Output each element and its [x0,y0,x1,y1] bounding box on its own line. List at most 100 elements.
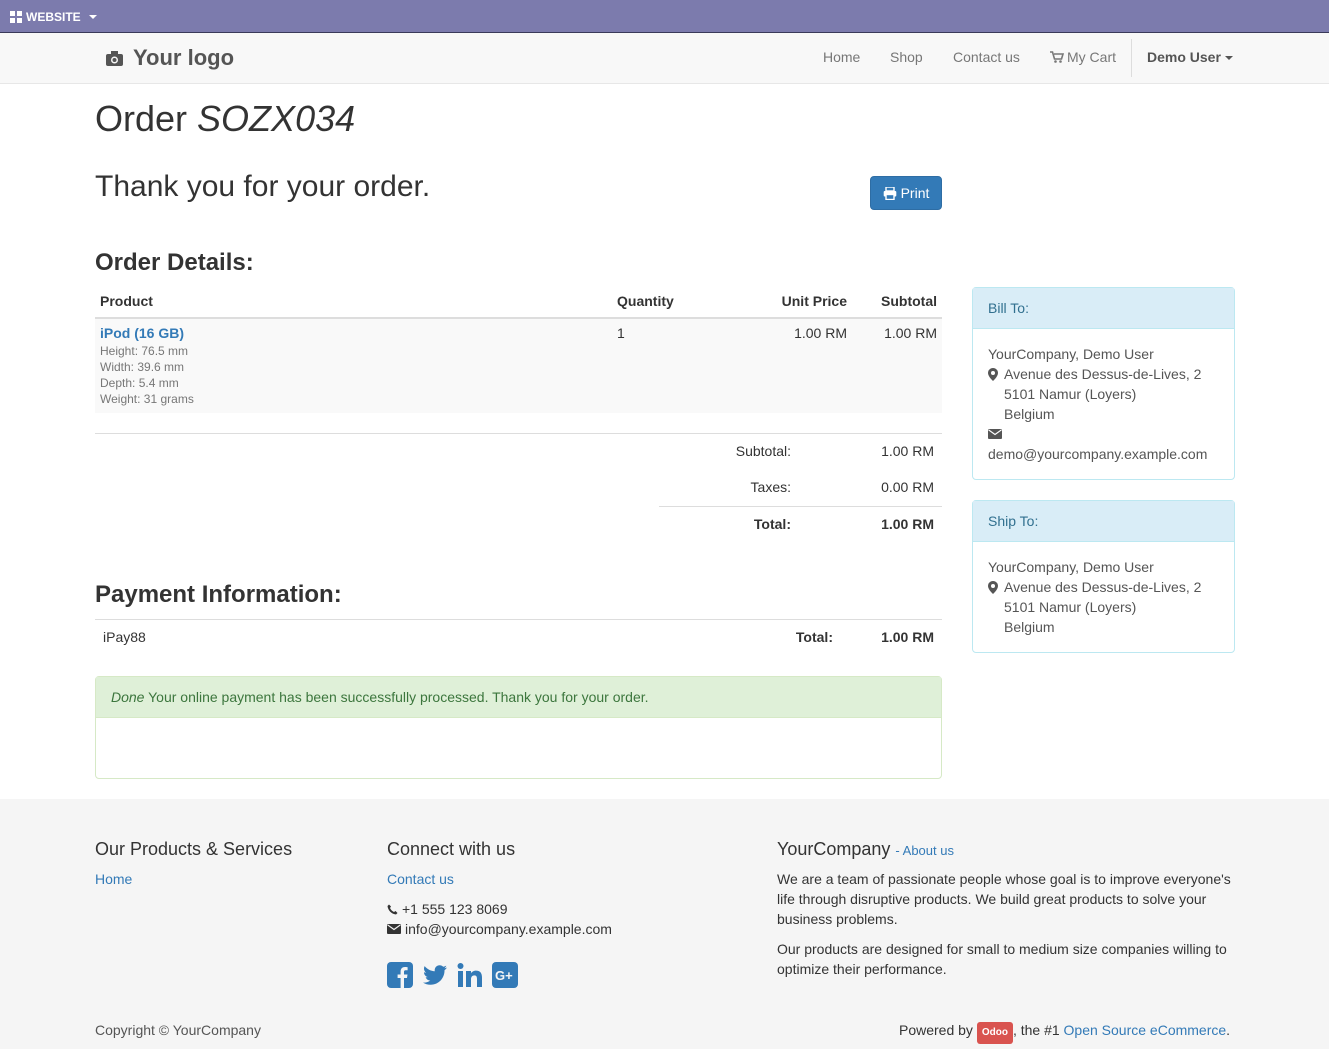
footer-email-address: info@yourcompany.example.com [405,921,612,937]
divider [659,506,942,507]
payment-status-panel: Done Your online payment has been succes… [95,676,942,779]
main-navbar: Your logo Home Shop Contact us My Cart D… [0,33,1329,84]
bill-to-title: Bill To: [973,288,1234,329]
order-details-heading: Order Details: [95,249,254,276]
nav-shop[interactable]: Shop [890,49,923,65]
google-plus-icon[interactable]: G+ [492,962,518,988]
table-row: iPod (16 GB) Height: 76.5 mm Width: 39.6… [95,318,942,413]
product-link[interactable]: iPod (16 GB) [100,325,184,341]
payment-total-value: 1.00 RM [881,629,934,645]
social-links: G+ [387,962,518,988]
order-reference: SOZX034 [197,98,356,139]
map-marker-icon [988,580,998,594]
website-menu-label: WEBSITE [26,10,81,24]
powered-by-label: Powered by [899,1022,973,1038]
total-value: 1.00 RM [881,516,934,532]
site-footer: Our Products & Services Home Connect wit… [0,799,1329,1049]
column-header-quantity: Quantity [612,287,702,319]
ship-to-name: YourCompany, Demo User [988,559,1154,575]
footer-email: info@yourcompany.example.com [387,919,612,939]
footer-phone-number: +1 555 123 8069 [402,901,508,917]
table-header-row: Product Quantity Unit Price Subtotal [95,287,942,319]
product-spec-height: Height: 76.5 mm [100,344,189,358]
bill-to-address: YourCompany, Demo User Avenue des Dessus… [973,329,1234,464]
divider [95,619,942,620]
footer-powered-by: Powered by Odoo, the #1 Open Source eCom… [899,1020,1230,1044]
logo-text: Your logo [133,45,235,70]
user-name: Demo User [1147,49,1221,65]
thank-you-heading: Thank you for your order. [95,170,431,203]
payment-total-label: Total: [795,629,833,645]
column-header-unit-price: Unit Price [702,287,852,319]
footer-about-paragraph-2: Our products are designed for small to m… [777,941,1227,977]
subtotal-cell: 1.00 RM [852,318,942,413]
footer-phone: +1 555 123 8069 [387,899,508,919]
print-icon [883,186,896,200]
quantity-cell: 1 [612,318,702,413]
footer-about-paragraph-1: We are a team of passionate people whose… [777,871,1231,927]
linkedin-icon[interactable] [457,962,483,988]
divider [95,433,942,434]
print-button[interactable]: Print [870,176,942,210]
page-title: Order SOZX034 [95,98,355,140]
payment-success-alert: Done Your online payment has been succes… [96,677,941,718]
twitter-icon[interactable] [422,962,448,988]
nav-my-cart[interactable]: My Cart [1050,49,1116,65]
nav-contact-us[interactable]: Contact us [953,49,1020,65]
column-header-product: Product [95,287,612,319]
taxes-label: Taxes: [750,479,791,495]
subtotal-value: 1.00 RM [881,443,934,459]
powered-by-period: . [1226,1022,1231,1038]
footer-home-link[interactable]: Home [95,869,132,889]
website-admin-bar: WEBSITE [0,0,1329,33]
caret-down-icon [88,15,97,19]
status-message: Your online payment has been successfull… [144,689,649,705]
nav-home[interactable]: Home [823,49,860,65]
nav-divider [1131,39,1132,77]
ship-to-address: YourCompany, Demo User Avenue des Dessus… [973,542,1234,637]
user-menu[interactable]: Demo User [1147,49,1233,65]
bill-to-country: Belgium [1004,406,1055,422]
ship-to-city: 5101 Namur (Loyers) [1004,599,1137,615]
map-marker-icon [988,367,998,381]
caret-down-icon [1224,56,1233,61]
column-header-subtotal: Subtotal [852,287,942,319]
footer-company-name: YourCompany [777,839,891,859]
status-word: Done [111,689,145,705]
order-lines-table: Product Quantity Unit Price Subtotal iPo… [95,287,942,413]
taxes-value: 0.00 RM [881,479,934,495]
bill-to-street: Avenue des Dessus-de-Lives, 2 [1004,366,1202,382]
product-spec-width: Width: 39.6 mm [100,360,185,374]
total-label: Total: [753,516,791,532]
payment-information-heading: Payment Information: [95,581,342,608]
footer-contact-link[interactable]: Contact us [387,869,454,889]
phone-icon [387,904,398,914]
bill-to-panel: Bill To: YourCompany, Demo User Avenue d… [972,287,1235,480]
ship-to-panel: Ship To: YourCompany, Demo User Avenue d… [972,500,1235,653]
powered-by-suffix: , the #1 [1012,1022,1060,1038]
page-title-prefix: Order [95,98,188,139]
print-label: Print [900,185,930,201]
site-logo[interactable]: Your logo [105,45,234,71]
ship-to-country: Belgium [1004,619,1055,635]
svg-text:G+: G+ [495,968,513,983]
subtotal-label: Subtotal: [735,443,791,459]
footer-products-title: Our Products & Services [95,839,293,859]
ship-to-street: Avenue des Dessus-de-Lives, 2 [1004,579,1202,595]
product-spec-depth: Depth: 5.4 mm [100,376,179,390]
product-cell: iPod (16 GB) Height: 76.5 mm Width: 39.6… [95,318,612,413]
footer-connect-title: Connect with us [387,839,516,859]
website-menu[interactable]: WEBSITE [10,10,97,24]
footer-about-link[interactable]: About us [903,843,954,858]
ship-to-title: Ship To: [973,501,1234,542]
product-spec-weight: Weight: 31 grams [100,392,194,406]
unit-price-cell: 1.00 RM [702,318,852,413]
footer-company-title: YourCompany - About us [777,839,954,859]
facebook-icon[interactable] [387,962,413,988]
nav-my-cart-label: My Cart [1067,49,1116,65]
envelope-icon [387,924,401,934]
odoo-badge[interactable]: Odoo [976,1022,1013,1044]
open-source-ecommerce-link[interactable]: Open Source eCommerce [1064,1022,1227,1038]
envelope-icon [988,429,1002,439]
bill-to-email: demo@yourcompany.example.com [988,446,1208,462]
